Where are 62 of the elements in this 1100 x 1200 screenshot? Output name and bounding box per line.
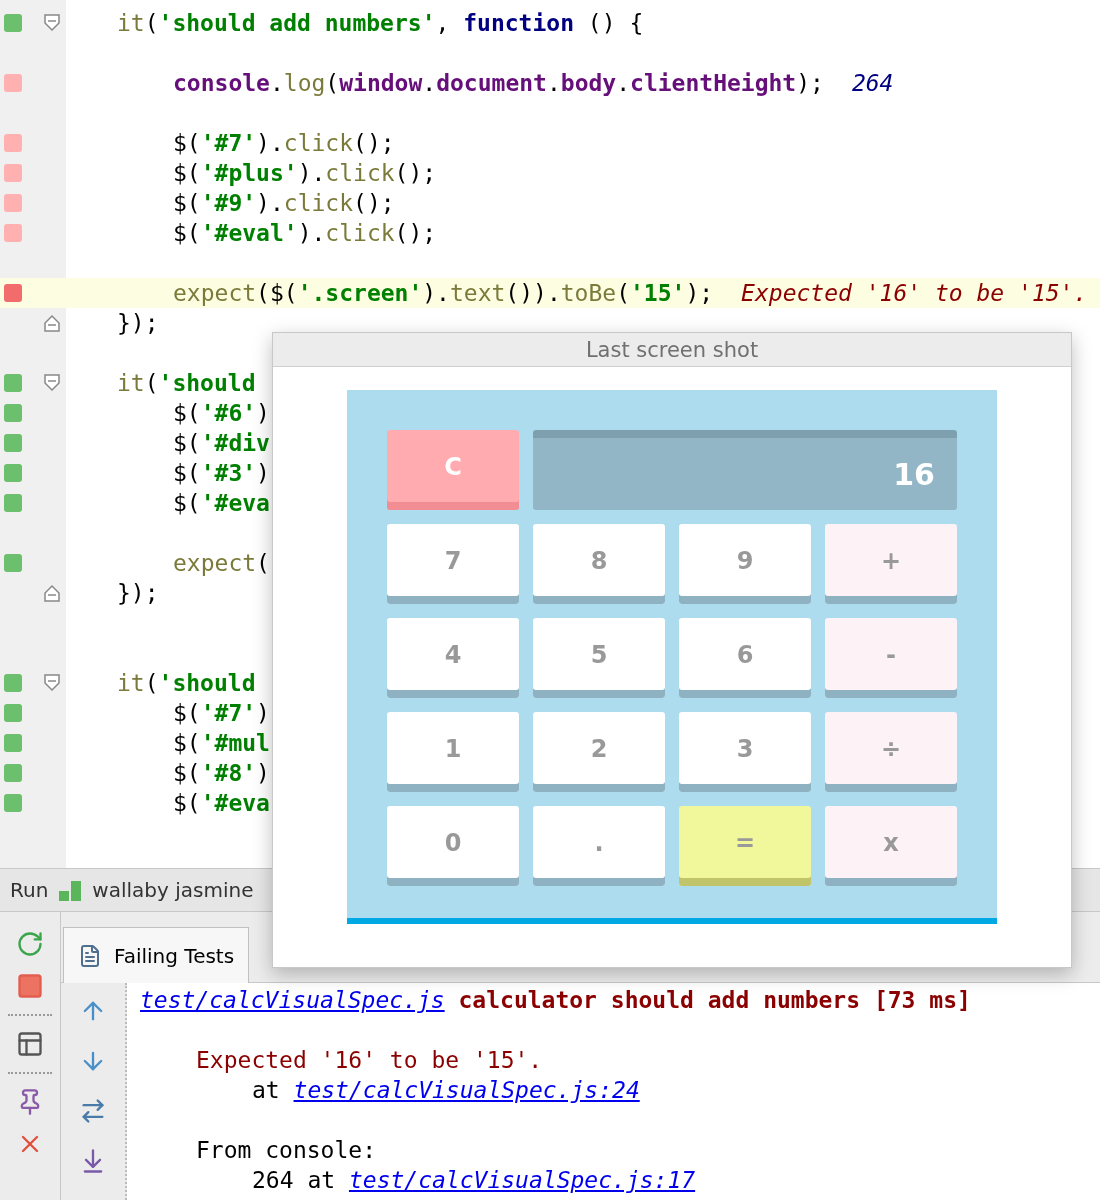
code-line: it('should add numbers', function () {: [117, 10, 644, 36]
calculator-key[interactable]: 3: [679, 712, 811, 792]
calculator-key[interactable]: ÷: [825, 712, 957, 792]
code-line: expect($('.screen').text()).toBe('15');: [173, 280, 714, 306]
layout-icon[interactable]: [16, 1030, 44, 1058]
output-line: 264 at test/calcVisualSpec.js:17: [251, 1166, 697, 1195]
code-line: });: [117, 580, 159, 606]
code-line: $('#eval').click();: [173, 220, 437, 246]
code-line: $('#9').click();: [173, 190, 395, 216]
output-line: Expected '16' to be '15'.: [195, 1046, 544, 1075]
code-line: $('#6'): [173, 400, 270, 426]
popup-title: Last screen shot: [273, 333, 1071, 367]
fold-open-icon[interactable]: [43, 373, 61, 393]
run-label: Run: [10, 878, 49, 902]
calculator-key[interactable]: 1: [387, 712, 519, 792]
calculator-key[interactable]: =: [679, 806, 811, 886]
stop-icon[interactable]: [16, 972, 44, 1000]
calculator-key[interactable]: 9: [679, 524, 811, 604]
calculator-key[interactable]: x: [825, 806, 957, 886]
output-line: at test/calcVisualSpec.js:24: [251, 1076, 641, 1105]
calculator-key[interactable]: -: [825, 618, 957, 698]
code-line: $('#plus').click();: [173, 160, 437, 186]
panel-tab[interactable]: Failing Tests: [63, 927, 250, 983]
fold-close-icon[interactable]: [43, 583, 61, 603]
file-link[interactable]: test/calcVisualSpec.js:24: [293, 1077, 640, 1103]
document-icon: [78, 943, 102, 968]
output-line: test/calcVisualSpec.js calculator should add numbers [73 ms]: [140, 986, 971, 1015]
calculator-key[interactable]: 4: [387, 618, 519, 698]
calculator-key[interactable]: 2: [533, 712, 665, 792]
code-line: console.log(window.document.body.clientHeight);: [173, 70, 824, 96]
code-line: $('#8'): [173, 760, 270, 786]
code-line: expect(: [173, 550, 270, 576]
file-link[interactable]: test/calcVisualSpec.js: [140, 987, 445, 1013]
calculator-key[interactable]: 5: [533, 618, 665, 698]
inline-error-message: Expected '16' to be '15'.: [741, 280, 1088, 306]
code-line: $('#7').click();: [173, 130, 395, 156]
rerun-icon[interactable]: [16, 930, 44, 958]
calculator-key[interactable]: 6: [679, 618, 811, 698]
fold-open-icon[interactable]: [43, 13, 61, 33]
code-line: $('#mul: [173, 730, 270, 756]
calculator-key[interactable]: 0: [387, 806, 519, 886]
code-line: $('#eva: [173, 490, 270, 516]
calculator-key[interactable]: C: [387, 430, 519, 510]
file-link[interactable]: test/calcVisualSpec.js:17: [348, 1167, 696, 1193]
run-configuration-name[interactable]: wallaby jasmine: [92, 878, 254, 902]
inline-value: 264: [851, 70, 894, 96]
calculator-key[interactable]: 7: [387, 524, 519, 604]
code-line: $('#div: [173, 430, 270, 456]
code-line: $('#eva: [173, 790, 270, 816]
code-line: it('should: [117, 670, 256, 696]
calculator-key[interactable]: 8: [533, 524, 665, 604]
fold-close-icon[interactable]: [43, 313, 61, 333]
calculator-key[interactable]: +: [825, 524, 957, 604]
code-line: });: [117, 310, 159, 336]
calculator-display: 16: [533, 430, 957, 510]
fold-open-icon[interactable]: [43, 673, 61, 693]
code-line: it('should: [117, 370, 256, 396]
output-line: From console:: [195, 1136, 377, 1165]
test-runner-icon: [58, 879, 83, 901]
code-line: $('#3'): [173, 460, 270, 486]
calculator-key[interactable]: .: [533, 806, 665, 886]
code-line: $('#7'): [173, 700, 270, 726]
